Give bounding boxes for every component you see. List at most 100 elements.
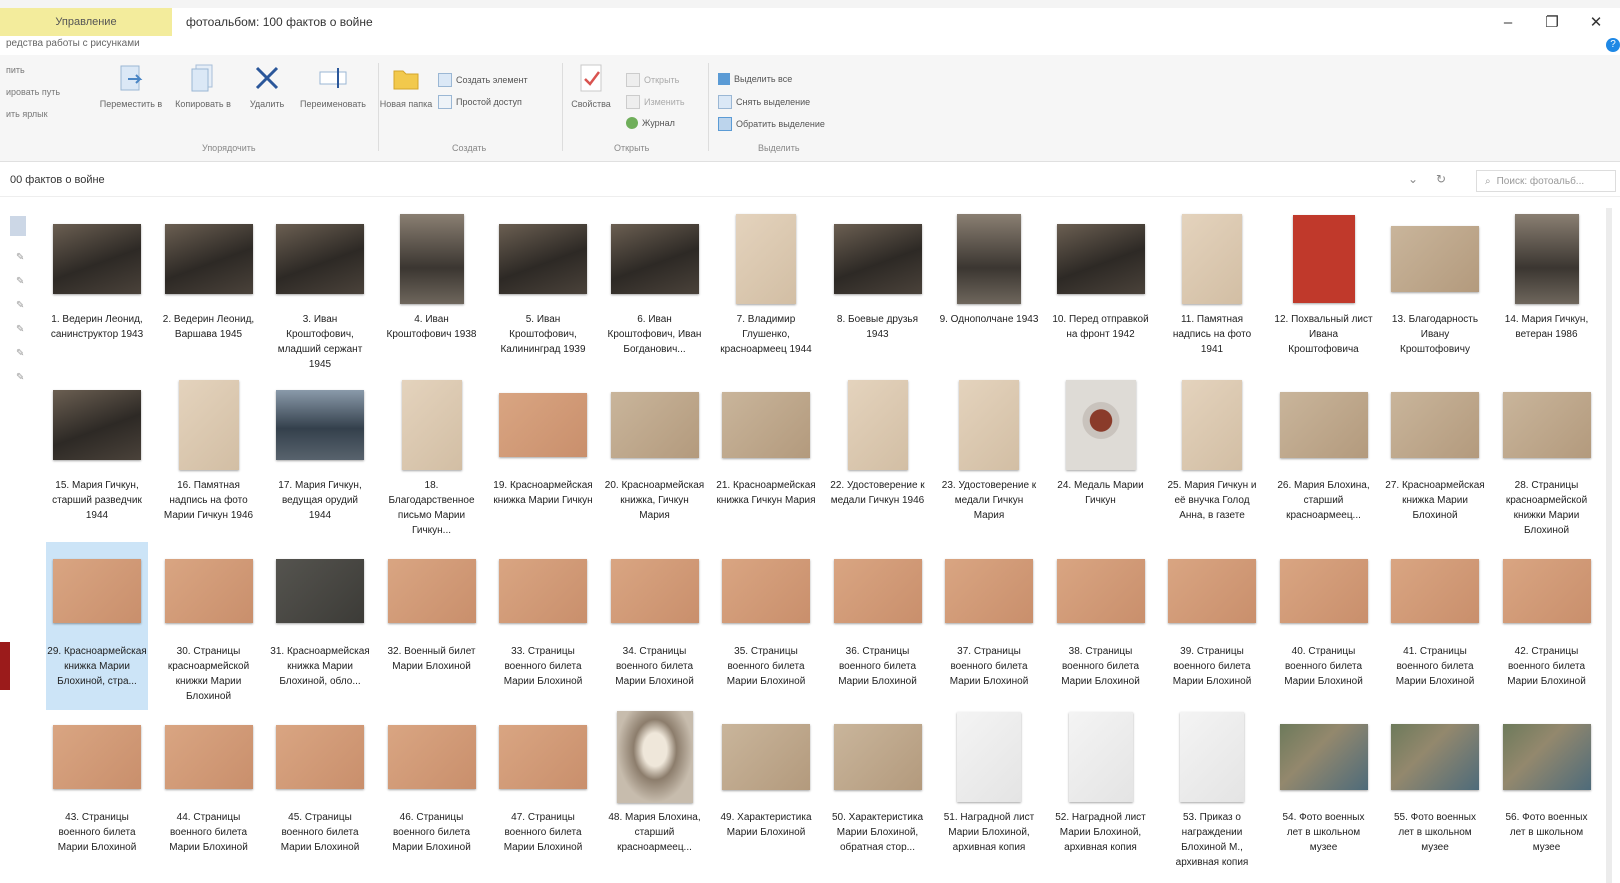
file-item[interactable]: 23. Удостоверение к медали Гичкун Мария [938, 376, 1040, 544]
thumbnail-frame [1273, 708, 1375, 806]
file-item[interactable]: 1. Ведерин Леонид, санинструктор 1943 [46, 210, 148, 378]
open-button[interactable]: Открыть [626, 73, 679, 87]
file-item[interactable]: 12. Похвальный лист Ивана Кроштофовича [1273, 210, 1375, 378]
file-item[interactable]: 13. Благодарность Ивану Кроштофовичу [1384, 210, 1486, 378]
rename-label: Переименовать [300, 99, 366, 109]
file-item[interactable]: 44. Страницы военного билета Марии Блохи… [158, 708, 260, 876]
edit-button[interactable]: Изменить [626, 95, 685, 109]
file-item[interactable]: 46. Страницы военного билета Марии Блохи… [381, 708, 483, 876]
file-item[interactable]: 41. Страницы военного билета Марии Блохи… [1384, 542, 1486, 710]
file-item[interactable]: 40. Страницы военного билета Марии Блохи… [1273, 542, 1375, 710]
ribbon-item-pin[interactable]: пить [6, 65, 25, 75]
select-all-button[interactable]: Выделить все [718, 73, 792, 85]
properties-button[interactable]: Свойства [560, 61, 622, 109]
close-button[interactable]: ✕ [1574, 11, 1618, 33]
file-item[interactable]: 5. Иван Кроштофович, Калининград 1939 [492, 210, 594, 378]
file-item[interactable]: 42. Страницы военного билета Марии Блохи… [1496, 542, 1598, 710]
file-item[interactable]: 39. Страницы военного билета Марии Блохи… [1161, 542, 1263, 710]
thumbnail-frame [827, 376, 929, 474]
tab-picture-tools[interactable]: редства работы с рисунками [6, 38, 140, 49]
file-item[interactable]: 47. Страницы военного билета Марии Блохи… [492, 708, 594, 876]
history-dropdown-icon[interactable]: ⌄ [1408, 172, 1418, 186]
thumbnail-frame [158, 210, 260, 308]
ribbon-item-paste-shortcut[interactable]: ить ярлык [6, 109, 48, 119]
file-item[interactable]: 3. Иван Кроштофович, младший сержант 194… [269, 210, 371, 378]
file-item[interactable]: 22. Удостоверение к медали Гичкун 1946 [827, 376, 929, 544]
file-item[interactable]: 55. Фото военных лет в школьном музее [1384, 708, 1486, 876]
file-item[interactable]: 28. Страницы красноармейской книжки Мари… [1496, 376, 1598, 544]
image-thumbnail [401, 380, 462, 470]
file-name: 25. Мария Гичкун и её внучка Голод Анна,… [1167, 480, 1257, 521]
file-item[interactable]: 2. Ведерин Леонид, Варшава 1945 [158, 210, 260, 378]
nav-pane-item[interactable] [10, 216, 26, 236]
file-item[interactable]: 16. Памятная надпись на фото Марии Гичку… [158, 376, 260, 544]
thumbnail-frame [1384, 376, 1486, 474]
file-item[interactable]: 7. Владимир Глушенко, красноармеец 1944 [715, 210, 817, 378]
file-item[interactable]: 45. Страницы военного билета Марии Блохи… [269, 708, 371, 876]
file-item[interactable]: 27. Красноармейская книжка Марии Блохино… [1384, 376, 1486, 544]
tab-manage[interactable]: Управление [0, 8, 172, 36]
file-item[interactable]: 9. Однополчане 1943 [938, 210, 1040, 378]
file-item[interactable]: 36. Страницы военного билета Марии Блохи… [827, 542, 929, 710]
file-item[interactable]: 6. Иван Кроштофович, Иван Богданович... [604, 210, 706, 378]
explorer-window: Управление фотоальбом: 100 фактов о войн… [0, 8, 1620, 883]
file-item[interactable]: 30. Страницы красноармейской книжки Мари… [158, 542, 260, 710]
file-item[interactable]: 18. Благодарственное письмо Марии Гичкун… [381, 376, 483, 544]
address-path[interactable]: 00 фактов о войне [10, 174, 105, 186]
file-name: 5. Иван Кроштофович, Калининград 1939 [500, 314, 586, 355]
file-item[interactable]: 38. Страницы военного билета Марии Блохи… [1050, 542, 1152, 710]
file-item[interactable]: 52. Наградной лист Марии Блохиной, архив… [1050, 708, 1152, 876]
copy-to-button[interactable]: Копировать в [168, 61, 238, 109]
image-thumbnail [610, 224, 699, 294]
file-item[interactable]: 20. Красноармейская книжка, Гичкун Мария [604, 376, 706, 544]
ribbon-item-copy-path[interactable]: ировать путь [6, 87, 60, 97]
file-item[interactable]: 43. Страницы военного билета Марии Блохи… [46, 708, 148, 876]
file-item[interactable]: 25. Мария Гичкун и её внучка Голод Анна,… [1161, 376, 1263, 544]
file-item[interactable]: 37. Страницы военного билета Марии Блохи… [938, 542, 1040, 710]
file-item[interactable]: 29. Красноармейская книжка Марии Блохино… [46, 542, 148, 710]
file-item[interactable]: 35. Страницы военного билета Марии Блохи… [715, 542, 817, 710]
file-item[interactable]: 15. Мария Гичкун, старший разведчик 1944 [46, 376, 148, 544]
file-item[interactable]: 48. Мария Блохина, старший красноармеец.… [604, 708, 706, 876]
move-to-button[interactable]: Переместить в [96, 61, 166, 109]
file-item[interactable]: 8. Боевые друзья 1943 [827, 210, 929, 378]
file-item[interactable]: 11. Памятная надпись на фото 1941 [1161, 210, 1263, 378]
create-item-button[interactable]: Создать элемент [438, 73, 528, 87]
file-item[interactable]: 4. Иван Кроштофович 1938 [381, 210, 483, 378]
invert-selection-button[interactable]: Обратить выделение [718, 117, 825, 131]
history-button[interactable]: Журнал [626, 117, 675, 129]
edit-label: Изменить [644, 97, 685, 107]
new-folder-button[interactable]: Новая папка [378, 61, 434, 109]
file-item[interactable]: 17. Мария Гичкун, ведущая орудий 1944 [269, 376, 371, 544]
maximize-button[interactable]: ❐ [1530, 11, 1574, 33]
file-item[interactable]: 33. Страницы военного билета Марии Блохи… [492, 542, 594, 710]
file-item[interactable]: 26. Мария Блохина, старший красноармеец.… [1273, 376, 1375, 544]
help-icon[interactable]: ? [1606, 38, 1620, 52]
select-none-button[interactable]: Снять выделение [718, 95, 810, 109]
file-item[interactable]: 49. Характеристика Марии Блохиной [715, 708, 817, 876]
thumbnail-frame [604, 542, 706, 640]
file-item[interactable]: 32. Военный билет Марии Блохиной [381, 542, 483, 710]
file-item[interactable]: 24. Медаль Марии Гичкун [1050, 376, 1152, 544]
file-item[interactable]: 34. Страницы военного билета Марии Блохи… [604, 542, 706, 710]
file-item[interactable]: 21. Красноармейская книжка Гичкун Мария [715, 376, 817, 544]
rename-button[interactable]: Переименовать [298, 61, 368, 109]
file-item[interactable]: 50. Характеристика Марии Блохиной, обрат… [827, 708, 929, 876]
delete-button[interactable]: Удалить [232, 61, 302, 109]
file-item[interactable]: 51. Наградной лист Марии Блохиной, архив… [938, 708, 1040, 876]
file-item[interactable]: 54. Фото военных лет в школьном музее [1273, 708, 1375, 876]
minimize-button[interactable]: – [1486, 11, 1530, 33]
thumbnail-frame [1496, 542, 1598, 640]
thumbnail-frame [1050, 376, 1152, 474]
file-item[interactable]: 19. Красноармейская книжка Марии Гичкун [492, 376, 594, 544]
file-item[interactable]: 53. Приказ о награждении Блохиной М., ар… [1161, 708, 1263, 876]
refresh-icon[interactable]: ↻ [1436, 172, 1446, 186]
search-box[interactable]: ⌕ Поиск: фотоальб... [1476, 170, 1616, 192]
file-item[interactable]: 56. Фото военных лет в школьном музее [1496, 708, 1598, 876]
file-item[interactable]: 10. Перед отправкой на фронт 1942 [1050, 210, 1152, 378]
file-item[interactable]: 14. Мария Гичкун, ветеран 1986 [1496, 210, 1598, 378]
vertical-scrollbar[interactable] [1606, 208, 1612, 883]
file-item[interactable]: 31. Красноармейская книжка Марии Блохино… [269, 542, 371, 710]
thumbnail-frame [492, 708, 594, 806]
easy-access-button[interactable]: Простой доступ [438, 95, 522, 109]
